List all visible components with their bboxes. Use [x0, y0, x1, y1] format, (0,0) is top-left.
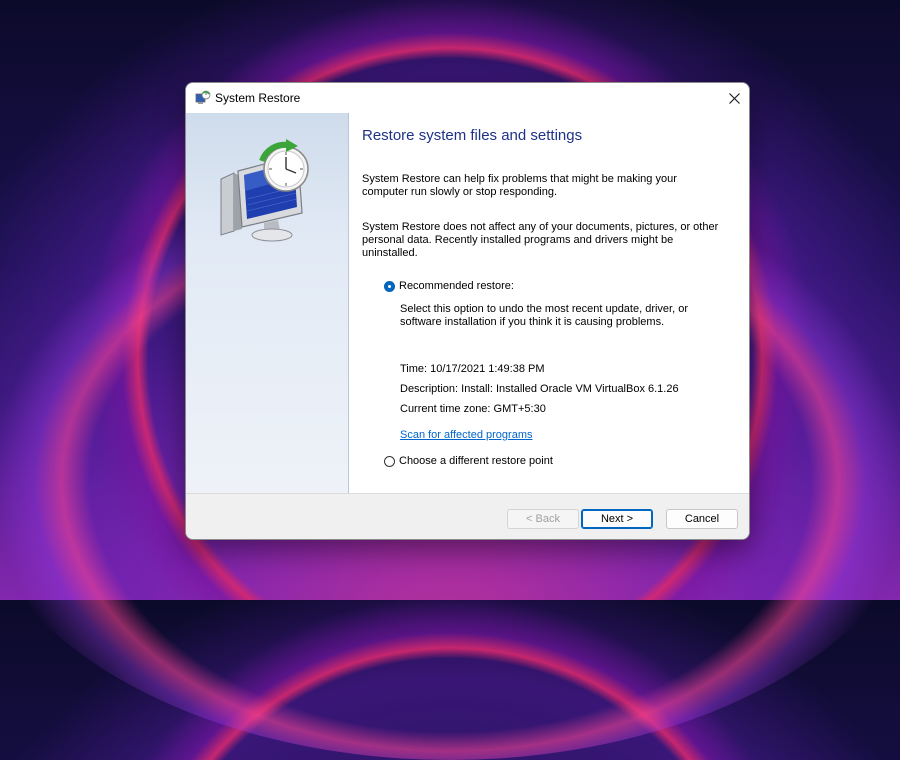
next-button[interactable]: Next >: [581, 509, 653, 529]
close-icon: [728, 92, 740, 104]
recommended-restore-radio[interactable]: [384, 281, 395, 292]
dialog-footer: < Back Next > Cancel: [186, 493, 749, 539]
computer-with-clock-restore-icon: [220, 139, 309, 242]
cancel-button[interactable]: Cancel: [666, 509, 738, 529]
system-restore-dialog: System Restore Restore system files and …: [185, 82, 750, 540]
recommended-restore-description: Select this option to undo the most rece…: [400, 303, 689, 328]
data-safety-paragraph: System Restore does not affect any of yo…: [362, 221, 719, 259]
current-time-zone: Current time zone: GMT+5:30: [400, 403, 546, 415]
different-restore-point-radio[interactable]: [384, 456, 395, 467]
different-restore-point-label[interactable]: Choose a different restore point: [399, 455, 553, 467]
intro-paragraph: System Restore can help fix problems tha…: [362, 173, 677, 198]
restore-time: Time: 10/17/2021 1:49:38 PM: [400, 363, 545, 375]
restore-description: Description: Install: Installed Oracle V…: [400, 383, 679, 395]
side-panel: [186, 113, 349, 493]
page-heading: Restore system files and settings: [362, 127, 583, 144]
scan-affected-programs-link[interactable]: Scan for affected programs: [400, 429, 532, 441]
close-button[interactable]: [719, 83, 749, 113]
back-button[interactable]: < Back: [507, 509, 579, 529]
dialog-content: Restore system files and settings System…: [186, 113, 749, 493]
title-bar: System Restore: [186, 83, 749, 113]
system-restore-icon: [195, 90, 211, 104]
recommended-restore-label[interactable]: Recommended restore:: [399, 280, 514, 292]
window-title: System Restore: [215, 91, 301, 105]
